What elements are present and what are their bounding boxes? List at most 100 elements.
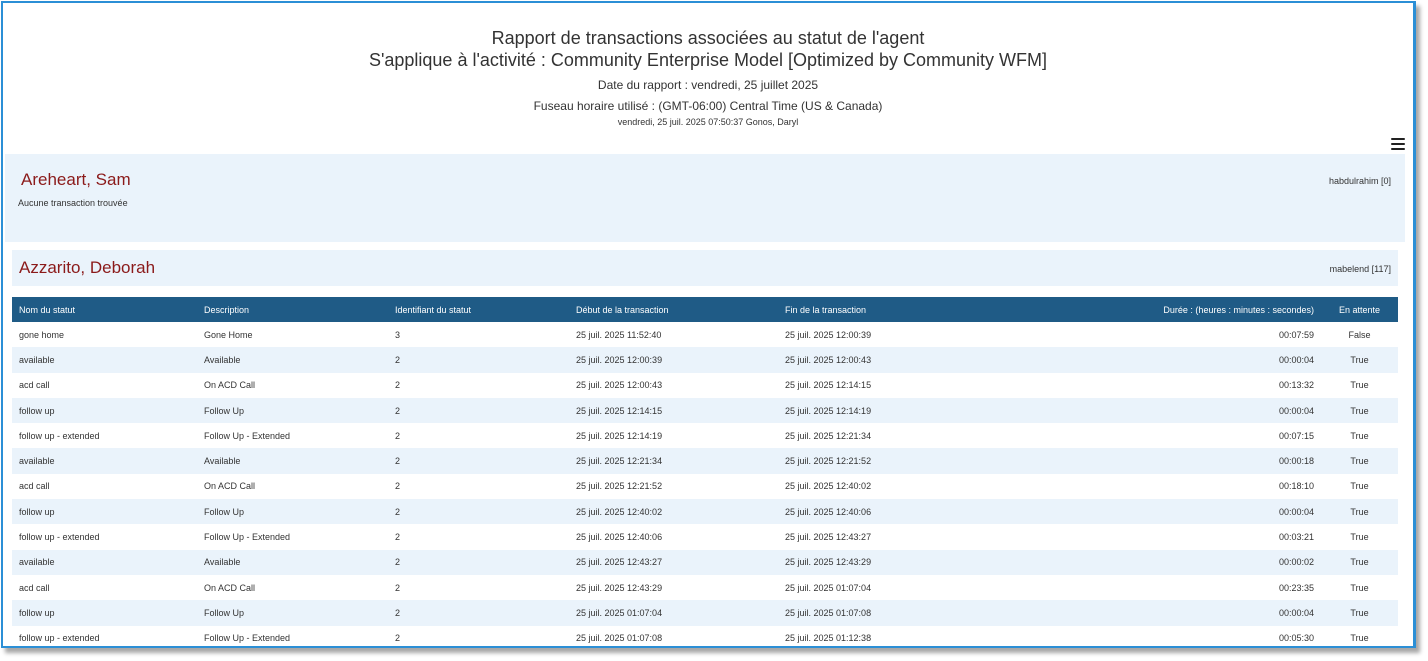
table-cell: 25 juil. 2025 12:21:52	[778, 448, 1030, 474]
table-cell: True	[1321, 397, 1398, 424]
table-cell: 00:00:18	[1030, 448, 1321, 474]
table-cell: 00:00:04	[1030, 397, 1321, 424]
table-cell: 25 juil. 2025 12:14:19	[569, 423, 778, 449]
table-cell: 00:00:04	[1030, 347, 1321, 373]
table-cell: On ACD Call	[197, 574, 388, 601]
table-row: gone home Gone Home 3 25 juil. 2025 11:52:4…	[12, 322, 1398, 348]
table-cell: Available	[197, 448, 388, 474]
table-cell: follow up - extended	[12, 625, 197, 646]
table-cell: 2	[388, 448, 569, 474]
table-cell: acd call	[12, 372, 197, 398]
column-header[interactable]: Identifiant du statut	[388, 297, 569, 322]
table-row: follow up Follow Up 2 25 juil. 2025 12:14:1…	[12, 397, 1398, 424]
table-row: acd call On ACD Call 2 25 juil. 2025 12:00:…	[12, 372, 1398, 398]
table-row: follow up - extended Follow Up - Extended…	[12, 524, 1398, 550]
table-cell: 2	[388, 473, 569, 500]
table-row: follow up Follow Up 2 25 juil. 2025 01:07:0…	[12, 600, 1398, 626]
table-cell: On ACD Call	[197, 473, 388, 500]
table-cell: 2	[388, 600, 569, 626]
table-cell: available	[12, 549, 197, 575]
table-cell: Follow Up - Extended	[197, 423, 388, 449]
table-cell: follow up - extended	[12, 423, 197, 449]
table-cell: 25 juil. 2025 12:00:43	[778, 347, 1030, 373]
table-row: available Available 2 25 juil. 2025 12:43:2…	[12, 549, 1398, 575]
table-cell: 2	[388, 549, 569, 575]
column-header[interactable]: En attente	[1321, 297, 1398, 322]
table-cell: True	[1321, 347, 1398, 373]
table-cell: Follow Up	[197, 397, 388, 424]
table-cell: False	[1321, 322, 1398, 348]
table-cell: acd call	[12, 473, 197, 500]
table-cell: Available	[197, 347, 388, 373]
table-cell: True	[1321, 473, 1398, 500]
transactions-table: Nom du statut Description Identifiant du…	[12, 297, 1398, 646]
table-cell: 25 juil. 2025 12:21:34	[569, 448, 778, 474]
table-cell: 00:13:32	[1030, 372, 1321, 398]
table-cell: True	[1321, 625, 1398, 646]
table-cell: 25 juil. 2025 12:40:02	[778, 473, 1030, 500]
table-row: follow up - extended Follow Up - Extended…	[12, 625, 1398, 646]
table-cell: 25 juil. 2025 12:43:27	[778, 524, 1030, 550]
report-frame: Rapport de transactions associées au sta…	[1, 1, 1416, 648]
table-cell: 00:05:30	[1030, 625, 1321, 646]
agent-login: habdulrahim [0]	[1328, 176, 1391, 186]
table-cell: gone home	[12, 322, 197, 348]
table-cell: 00:00:04	[1030, 600, 1321, 626]
column-header[interactable]: Durée : (heures : minutes : secondes)	[1030, 297, 1321, 322]
table-cell: 25 juil. 2025 12:43:27	[569, 549, 778, 575]
table-cell: 25 juil. 2025 12:14:15	[778, 372, 1030, 398]
table-cell: 25 juil. 2025 12:00:39	[569, 347, 778, 373]
table-cell: 25 juil. 2025 12:00:39	[778, 322, 1030, 348]
table-cell: 25 juil. 2025 12:21:52	[569, 473, 778, 500]
table-cell: 00:03:21	[1030, 524, 1321, 550]
table-cell: 25 juil. 2025 01:07:04	[778, 574, 1030, 601]
hamburger-menu-icon[interactable]	[1391, 138, 1405, 150]
agent-section: Areheart, Sam habdulrahim [0] Aucune tra…	[5, 154, 1405, 242]
table-cell: Follow Up	[197, 499, 388, 525]
table-cell: 25 juil. 2025 12:14:15	[569, 397, 778, 424]
table-cell: 25 juil. 2025 12:43:29	[778, 549, 1030, 575]
column-header[interactable]: Fin de la transaction	[778, 297, 1030, 322]
table-cell: 25 juil. 2025 12:40:06	[569, 524, 778, 550]
table-row: available Available 2 25 juil. 2025 12:00:3…	[12, 347, 1398, 373]
table-cell: available	[12, 448, 197, 474]
column-header[interactable]: Début de la transaction	[569, 297, 778, 322]
column-header[interactable]: Nom du statut	[12, 297, 197, 322]
column-header[interactable]: Description	[197, 297, 388, 322]
table-cell: 00:07:59	[1030, 322, 1321, 348]
table-cell: follow up	[12, 499, 197, 525]
agent-section: Azzarito, Deborah mabelend [117]	[12, 250, 1398, 286]
table-cell: 25 juil. 2025 12:00:43	[569, 372, 778, 398]
table-cell: 2	[388, 347, 569, 373]
table-cell: True	[1321, 372, 1398, 398]
report-date: Date du rapport : vendredi, 25 juillet 2…	[597, 78, 819, 92]
table-cell: 25 juil. 2025 11:52:40	[569, 322, 778, 348]
table-cell: 25 juil. 2025 12:40:06	[778, 499, 1030, 525]
table-cell: True	[1321, 600, 1398, 626]
table-cell: True	[1321, 524, 1398, 550]
table-cell: Follow Up - Extended	[197, 625, 388, 646]
table-cell: 2	[388, 372, 569, 398]
table-cell: follow up - extended	[12, 524, 197, 550]
table-header-row: Nom du statut Description Identifiant du…	[12, 297, 1398, 322]
table-cell: True	[1321, 499, 1398, 525]
table-cell: On ACD Call	[197, 372, 388, 398]
table-cell: Gone Home	[197, 322, 388, 348]
table-cell: follow up	[12, 397, 197, 424]
agent-name: Azzarito, Deborah	[19, 258, 156, 277]
report-timezone: Fuseau horaire utilisé : (GMT-06:00) Cen…	[533, 99, 883, 113]
table-cell: 00:00:02	[1030, 549, 1321, 575]
table-cell: 25 juil. 2025 12:14:19	[778, 397, 1030, 424]
transactions-table-body: gone home Gone Home 3 25 juil. 2025 11:52:4…	[12, 322, 1398, 646]
table-cell: 25 juil. 2025 12:40:02	[569, 499, 778, 525]
table-cell: 2	[388, 524, 569, 550]
table-cell: Available	[197, 549, 388, 575]
table-cell: 25 juil. 2025 01:07:08	[569, 625, 778, 646]
table-cell: 25 juil. 2025 01:07:04	[569, 600, 778, 626]
table-cell: 25 juil. 2025 01:07:08	[778, 600, 1030, 626]
agent-name: Areheart, Sam	[21, 170, 131, 189]
table-cell: 2	[388, 397, 569, 424]
table-cell: 25 juil. 2025 12:43:29	[569, 574, 778, 601]
table-cell: 00:07:15	[1030, 423, 1321, 449]
table-cell: follow up	[12, 600, 197, 626]
